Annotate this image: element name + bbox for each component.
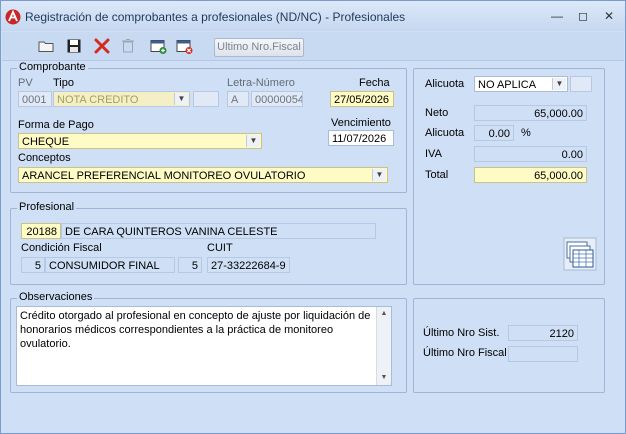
alicuota-label: Alicuota bbox=[425, 78, 465, 90]
forma-pago-label: Forma de Pago bbox=[18, 119, 94, 131]
app-logo-icon bbox=[5, 9, 21, 25]
add-calendar-icon[interactable] bbox=[148, 36, 168, 56]
ultimo-nro-sist-field: 2120 bbox=[508, 325, 578, 341]
conceptos-select[interactable]: ARANCEL PREFERENCIAL MONITOREO OVULATORI… bbox=[18, 167, 388, 183]
conceptos-label: Conceptos bbox=[18, 152, 71, 164]
window-title: Registración de comprobantes a profesion… bbox=[25, 10, 406, 24]
vencimiento-field[interactable]: 11/07/2026 bbox=[328, 130, 394, 146]
forma-pago-value: CHEQUE bbox=[22, 136, 70, 148]
alicuota-value: NO APLICA bbox=[478, 79, 537, 91]
ultimo-nro-sist-label: Último Nro Sist. bbox=[423, 327, 500, 339]
tipo-select[interactable]: NOTA CREDITO ▼ bbox=[53, 91, 190, 107]
observaciones-scrollbar[interactable]: ▲ ▼ bbox=[376, 307, 391, 385]
condicion-fiscal-label: Condición Fiscal bbox=[21, 242, 102, 254]
open-folder-icon[interactable] bbox=[36, 36, 56, 56]
chevron-down-icon[interactable]: ▼ bbox=[174, 93, 188, 105]
observaciones-textarea[interactable]: Crédito otorgado al profesional en conce… bbox=[16, 306, 392, 386]
tipo-select-value: NOTA CREDITO bbox=[57, 94, 139, 106]
numero-field[interactable]: 00000054 bbox=[251, 91, 303, 107]
conceptos-value: ARANCEL PREFERENCIAL MONITOREO OVULATORI… bbox=[22, 170, 306, 182]
tipo-extra-field[interactable] bbox=[193, 91, 219, 107]
profesional-codigo-field[interactable]: 20188 bbox=[21, 223, 61, 239]
ultimo-nro-fiscal-field bbox=[508, 346, 578, 362]
letra-field[interactable]: A bbox=[227, 91, 249, 107]
alicuota-select[interactable]: NO APLICA ▼ bbox=[474, 76, 568, 92]
letra-numero-label: Letra-Número bbox=[227, 77, 295, 89]
chevron-down-icon[interactable]: ▼ bbox=[552, 78, 566, 90]
delete-x-icon[interactable] bbox=[92, 36, 112, 56]
profesional-group-label: Profesional bbox=[17, 201, 77, 213]
ultimo-nro-fiscal-button[interactable]: Ultimo Nro.Fiscal bbox=[214, 38, 304, 57]
scroll-down-icon[interactable]: ▼ bbox=[377, 371, 391, 385]
iva-label: IVA bbox=[425, 148, 442, 160]
neto-label: Neto bbox=[425, 107, 449, 119]
close-button[interactable]: ✕ bbox=[599, 7, 619, 25]
profesional-nombre-field: DE CARA QUINTEROS VANINA CELESTE bbox=[61, 223, 376, 239]
spreadsheet-icon[interactable] bbox=[563, 237, 597, 271]
ultimo-nro-fiscal-label: Último Nro Fiscal bbox=[423, 347, 507, 359]
minimize-button[interactable]: — bbox=[547, 7, 567, 25]
vencimiento-label: Vencimiento bbox=[331, 117, 391, 129]
fecha-label: Fecha bbox=[359, 77, 390, 89]
title-bar: Registración de comprobantes a profesion… bbox=[1, 1, 625, 31]
tipo-label: Tipo bbox=[53, 77, 74, 89]
condicion-codigo-field: 5 bbox=[21, 257, 45, 273]
total-field: 65,000.00 bbox=[474, 167, 587, 183]
save-icon[interactable] bbox=[64, 36, 84, 56]
pv-field[interactable]: 0001 bbox=[18, 91, 52, 107]
iva-field: 0.00 bbox=[474, 146, 587, 162]
forma-pago-select[interactable]: CHEQUE ▼ bbox=[18, 133, 262, 149]
alicuota2-label: Alicuota bbox=[425, 127, 465, 139]
chevron-down-icon[interactable]: ▼ bbox=[246, 135, 260, 147]
fecha-field[interactable]: 27/05/2026 bbox=[330, 91, 394, 107]
condicion-fiscal-field: CONSUMIDOR FINAL bbox=[45, 257, 175, 273]
alicuota-pct-field: 0.00 bbox=[474, 125, 514, 141]
cuit-tipo-field: 5 bbox=[178, 257, 202, 273]
percent-symbol: % bbox=[521, 127, 531, 139]
observaciones-text: Crédito otorgado al profesional en conce… bbox=[20, 310, 371, 350]
trash-icon[interactable] bbox=[118, 36, 138, 56]
remove-calendar-icon[interactable] bbox=[174, 36, 194, 56]
restore-button[interactable]: ◻ bbox=[573, 7, 593, 25]
comprobante-group-label: Comprobante bbox=[17, 61, 88, 73]
neto-field: 65,000.00 bbox=[474, 105, 587, 121]
scroll-up-icon[interactable]: ▲ bbox=[377, 307, 391, 321]
toolbar: Ultimo Nro.Fiscal bbox=[2, 32, 624, 61]
total-label: Total bbox=[425, 169, 449, 181]
alicuota-extra-field bbox=[570, 76, 592, 92]
pv-label: PV bbox=[18, 77, 33, 89]
cuit-field: 27-33222684-9 bbox=[207, 257, 290, 273]
observaciones-group-label: Observaciones bbox=[17, 291, 95, 303]
main-window: Registración de comprobantes a profesion… bbox=[0, 0, 626, 434]
chevron-down-icon[interactable]: ▼ bbox=[372, 169, 386, 181]
cuit-label: CUIT bbox=[207, 242, 233, 254]
